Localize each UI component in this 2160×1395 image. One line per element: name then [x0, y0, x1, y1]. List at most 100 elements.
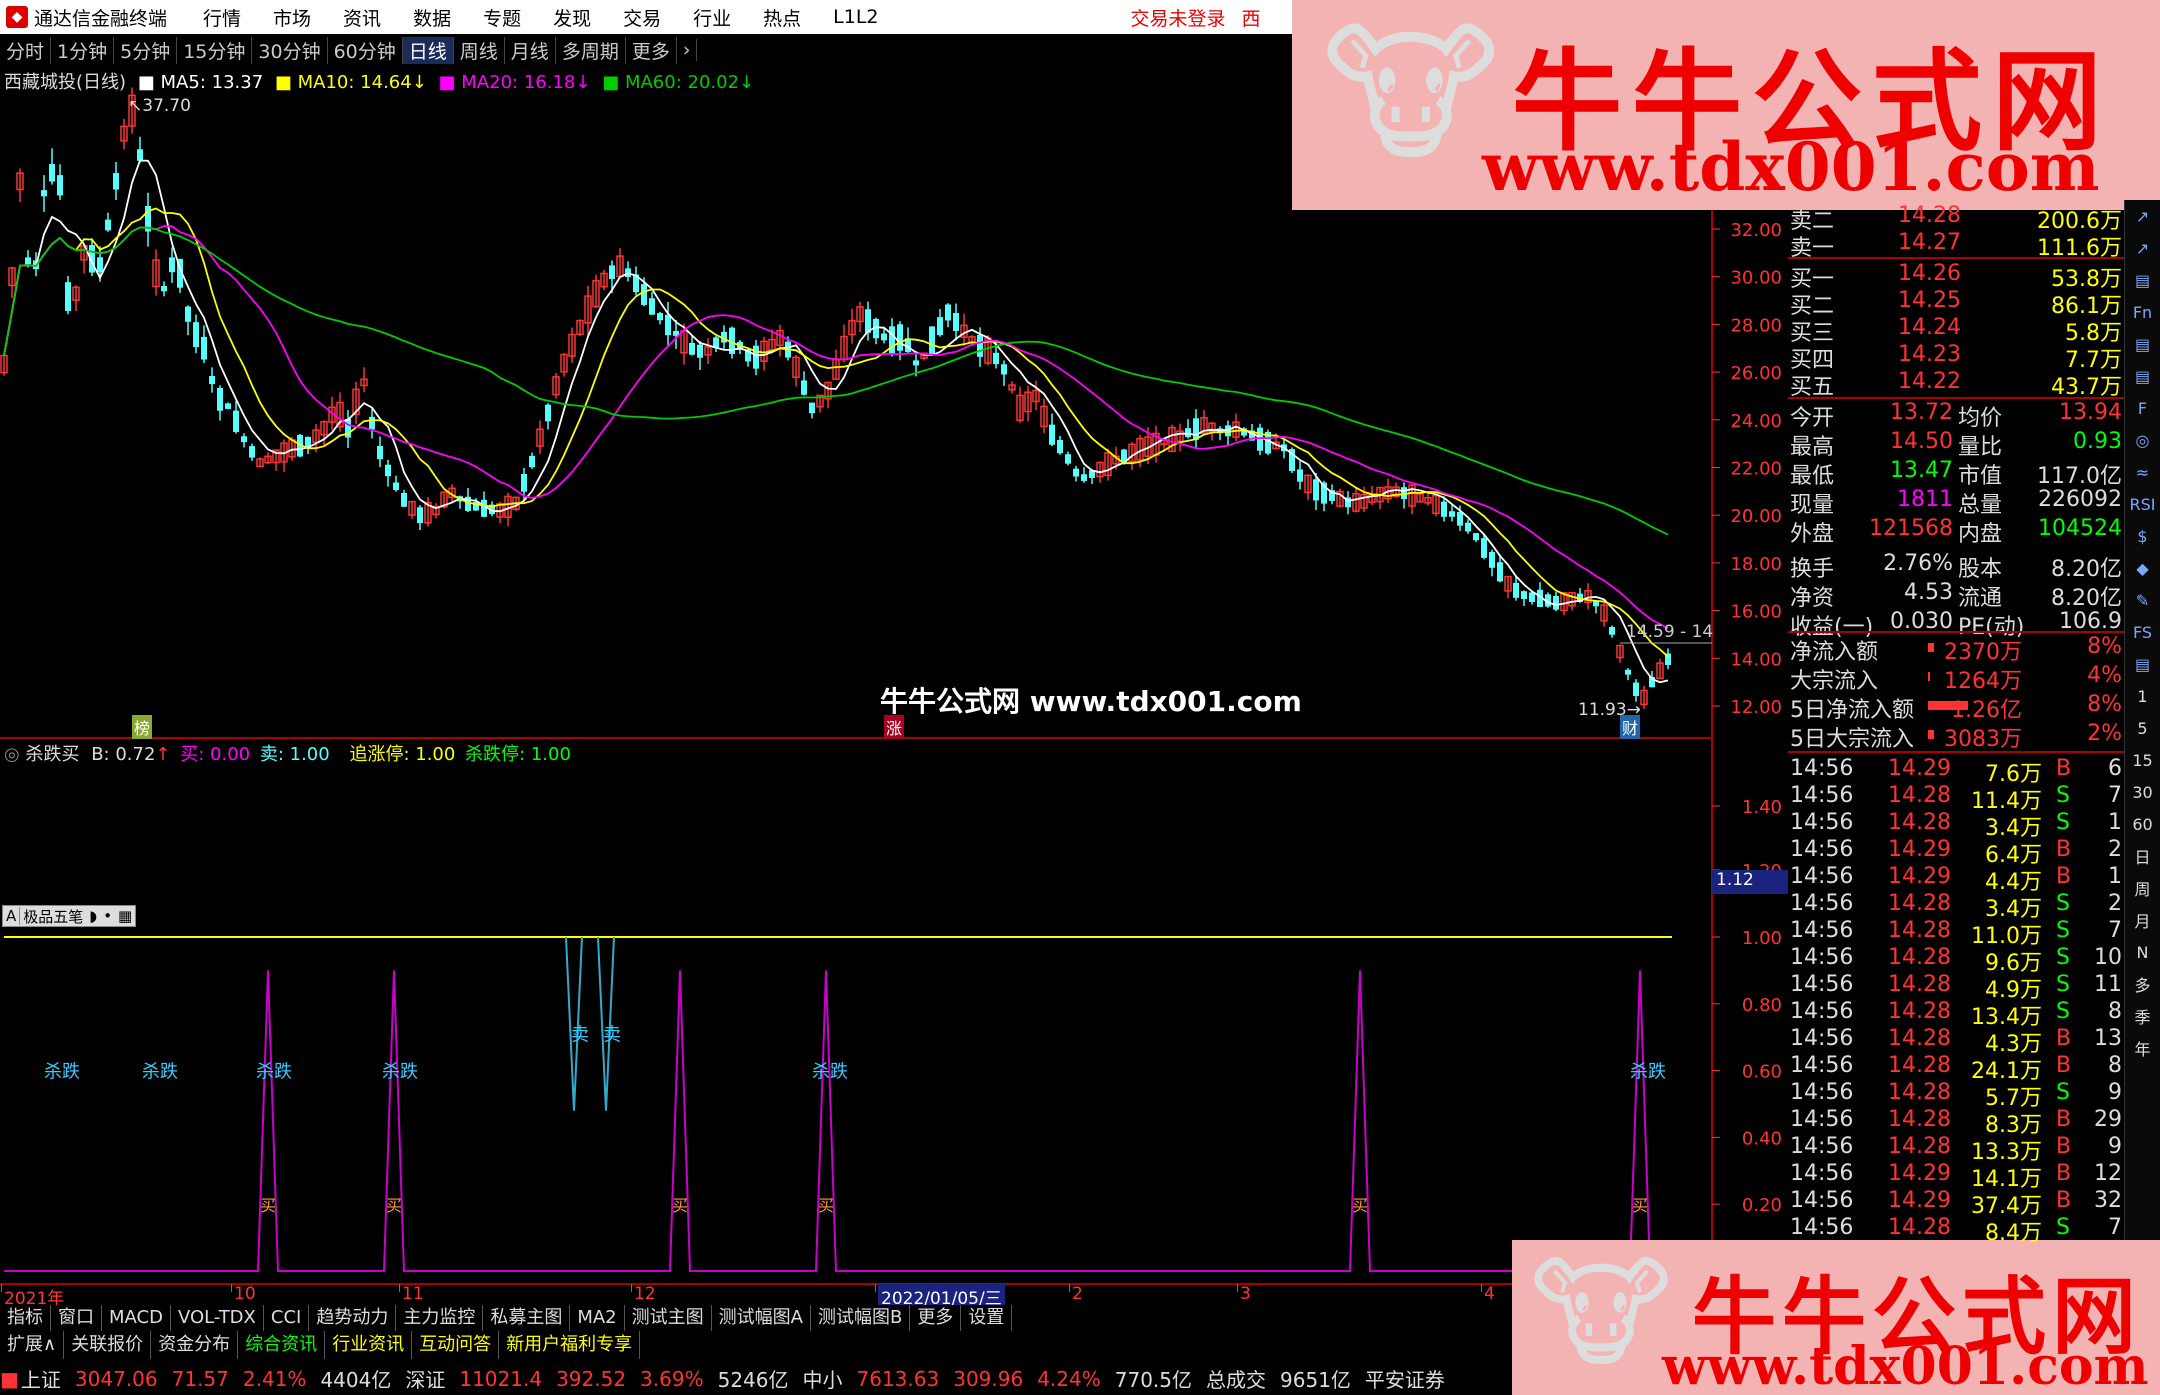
sidebar-button[interactable]: ▤ [2125, 264, 2160, 296]
tick-row[interactable]: 14:56 14.28 24.1万 B 8 [1788, 1053, 2124, 1084]
sidebar-button[interactable]: 30 [2125, 776, 2160, 808]
indicator-tab[interactable]: 设置 [961, 1305, 1013, 1331]
tick-row[interactable]: 14:56 14.28 4.3万 B 13 [1788, 1026, 2124, 1057]
indicator-tab[interactable]: CCI [264, 1305, 310, 1331]
tick-row[interactable]: 14:56 14.28 13.4万 S 8 [1788, 999, 2124, 1030]
tick-row[interactable]: 14:56 14.29 37.4万 B 32 [1788, 1188, 2124, 1219]
sidebar-button[interactable]: 1 [2125, 680, 2160, 712]
ime-a-icon[interactable]: A [3, 907, 21, 925]
sidebar-button[interactable]: 60 [2125, 808, 2160, 840]
sidebar-button[interactable]: FS [2125, 616, 2160, 648]
sz-name[interactable]: 深证 [405, 1364, 445, 1393]
sidebar-button[interactable]: ◎ [2125, 424, 2160, 456]
indicator-tab[interactable]: MA2 [570, 1305, 625, 1331]
tick-row[interactable]: 14:56 14.28 13.3万 B 9 [1788, 1134, 2124, 1165]
sidebar-button[interactable]: ▤ [2125, 648, 2160, 680]
tick-row[interactable]: 14:56 14.29 14.1万 B 12 [1788, 1161, 2124, 1192]
stat-row[interactable]: 今开 13.72 均价 13.94 [1788, 400, 2124, 431]
sidebar-button[interactable]: F [2125, 392, 2160, 424]
sidebar-button[interactable]: N [2125, 936, 2160, 968]
sidebar-button[interactable]: 15 [2125, 744, 2160, 776]
extension-tab[interactable]: 行业资讯 [325, 1331, 413, 1359]
flow-row[interactable]: 净流入额 2370万 8% [1788, 634, 2124, 665]
sidebar-button[interactable]: ✎ [2125, 584, 2160, 616]
indicator-tab[interactable]: 测试幅图A [712, 1305, 811, 1331]
extension-tab[interactable]: 互动问答 [412, 1331, 500, 1359]
sidebar-button[interactable]: 季 [2125, 1000, 2160, 1032]
extension-tab[interactable]: 关联报价 [64, 1331, 152, 1359]
sidebar-button[interactable]: ≈ [2125, 456, 2160, 488]
stat-row[interactable]: 外盘 121568 内盘 104524 [1788, 516, 2124, 547]
indicator-tab[interactable]: MACD [102, 1305, 171, 1331]
tick-row[interactable]: 14:56 14.28 3.4万 S 1 [1788, 810, 2124, 841]
indicator-tab[interactable]: 私募主图 [483, 1305, 571, 1331]
stat-row[interactable]: 最低 13.47 市值 117.0亿 [1788, 458, 2124, 489]
tick-row[interactable]: 14:56 14.28 8.4万 S 7 [1788, 1215, 2124, 1246]
bid-row[interactable]: 买三 14.24 5.8万 [1788, 315, 2124, 346]
ask-row[interactable]: 卖二 14.28 200.6万 [1788, 203, 2124, 234]
tick-row[interactable]: 14:56 14.29 7.6万 B 6 [1788, 756, 2124, 787]
tick-row[interactable]: 14:56 14.28 4.9万 S 11 [1788, 972, 2124, 1003]
zx-name[interactable]: 中小 [803, 1364, 843, 1393]
indicator-tab[interactable]: 趋势动力 [309, 1305, 397, 1331]
candle-body-down [665, 314, 671, 336]
extension-tab[interactable]: 资金分布 [151, 1331, 239, 1359]
sidebar-button[interactable]: $ [2125, 520, 2160, 552]
bid-row[interactable]: 买一 14.26 53.8万 [1788, 261, 2124, 292]
keyboard-icon[interactable]: ▦ [115, 907, 135, 925]
ime-toolbar[interactable]: A 极品五笔 ◗ • ▦ [2, 905, 137, 927]
moon-icon[interactable]: ◗ [86, 907, 100, 925]
extension-tab[interactable]: 扩展∧ [0, 1331, 65, 1359]
stat-row[interactable]: 换手 2.76% 股本 8.20亿 [1788, 551, 2124, 582]
dot-icon[interactable]: • [100, 907, 115, 925]
tick-row[interactable]: 14:56 14.29 6.4万 B 2 [1788, 837, 2124, 868]
bid-row[interactable]: 买二 14.25 86.1万 [1788, 288, 2124, 319]
sidebar-button[interactable]: 日 [2125, 840, 2160, 872]
sidebar-button[interactable]: Fn [2125, 296, 2160, 328]
event-marker[interactable]: 榜 [132, 715, 153, 739]
indicator-tab[interactable]: VOL-TDX [171, 1305, 264, 1331]
ask-row[interactable]: 卖一 14.27 111.6万 [1788, 230, 2124, 261]
ime-name[interactable]: 极品五笔 [20, 906, 86, 927]
flow-row[interactable]: 5日大宗流入 3083万 2% [1788, 721, 2124, 752]
sidebar-button[interactable]: RSI [2125, 488, 2160, 520]
sidebar-button[interactable]: 月 [2125, 904, 2160, 936]
flow-row[interactable]: 大宗流入 1264万 4% [1788, 663, 2124, 694]
tick-row[interactable]: 14:56 14.29 4.4万 B 1 [1788, 864, 2124, 895]
tick-time: 14:56 [1790, 1080, 1854, 1105]
ad-banner-top[interactable]: 🐮 牛牛公式网 www.tdx001.com [1292, 0, 2160, 210]
sidebar-button[interactable]: 多 [2125, 968, 2160, 1000]
sidebar-button[interactable]: ◆ [2125, 552, 2160, 584]
indicator-tab[interactable]: 主力监控 [396, 1305, 484, 1331]
event-marker[interactable]: 财 [1620, 715, 1641, 739]
flow-value: 2370万 [1944, 640, 2022, 665]
sidebar-button[interactable]: 年 [2125, 1032, 2160, 1064]
ad-banner-bottom[interactable]: 🐮 牛牛公式网 www.tdx001.com [1512, 1240, 2160, 1395]
sidebar-button[interactable]: ↗ [2125, 200, 2160, 232]
indicator-tab[interactable]: 更多 [910, 1305, 962, 1331]
sidebar-button[interactable]: ▤ [2125, 328, 2160, 360]
stat-row[interactable]: 净资 4.53 流通 8.20亿 [1788, 580, 2124, 611]
stat-row[interactable]: 现量 1811 总量 226092 [1788, 487, 2124, 518]
stat-row[interactable]: 最高 14.50 量比 0.93 [1788, 429, 2124, 460]
indicator-tab[interactable]: 指标 [0, 1305, 51, 1331]
sidebar-button[interactable]: 5 [2125, 712, 2160, 744]
indicator-tab[interactable]: 窗口 [51, 1305, 102, 1331]
extension-tab[interactable]: 综合资讯 [238, 1331, 326, 1359]
tick-row[interactable]: 14:56 14.28 9.6万 S 10 [1788, 945, 2124, 976]
tick-row[interactable]: 14:56 14.28 5.7万 S 9 [1788, 1080, 2124, 1111]
tick-row[interactable]: 14:56 14.28 11.0万 S 7 [1788, 918, 2124, 949]
indicator-tab[interactable]: 测试幅图B [811, 1305, 911, 1331]
bid-row[interactable]: 买五 14.22 43.7万 [1788, 369, 2124, 400]
sidebar-button[interactable]: 周 [2125, 872, 2160, 904]
tick-row[interactable]: 14:56 14.28 3.4万 S 2 [1788, 891, 2124, 922]
tick-row[interactable]: 14:56 14.28 8.3万 B 29 [1788, 1107, 2124, 1138]
range-label: 14.59 - 14 [1626, 622, 1714, 642]
sh-name[interactable]: 上证 [21, 1364, 61, 1393]
sidebar-button[interactable]: ▤ [2125, 360, 2160, 392]
extension-tab[interactable]: 新用户福利专享 [499, 1331, 641, 1359]
indicator-tab[interactable]: 测试主图 [625, 1305, 712, 1331]
sidebar-button[interactable]: ↗ [2125, 232, 2160, 264]
tick-row[interactable]: 14:56 14.28 11.4万 S 7 [1788, 783, 2124, 814]
bid-row[interactable]: 买四 14.23 7.7万 [1788, 342, 2124, 373]
